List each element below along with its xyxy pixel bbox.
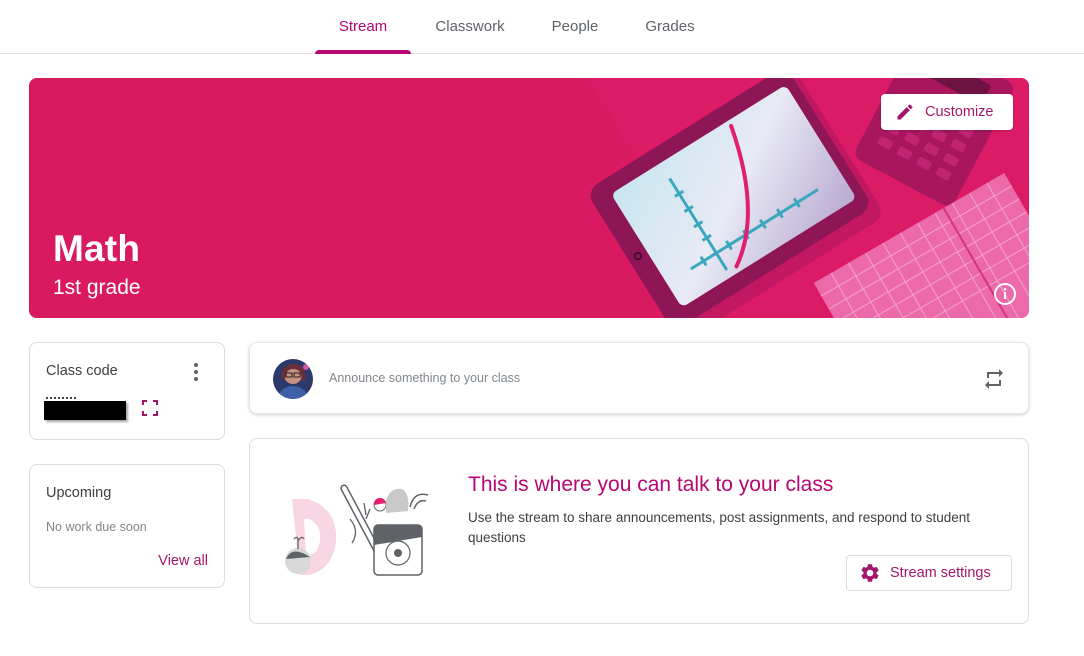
pencil-icon [897, 104, 913, 120]
customize-label: Customize [925, 104, 994, 120]
tab-label: Classwork [435, 18, 505, 35]
upcoming-title: Upcoming [46, 485, 112, 501]
stream-settings-button[interactable]: Stream settings [846, 555, 1012, 591]
class-title: Math [53, 228, 141, 269]
stream-settings-label: Stream settings [890, 565, 991, 581]
stream-illustration [285, 484, 429, 576]
avatar [273, 359, 313, 399]
empty-state-description: Use the stream to share announcements, p… [468, 510, 971, 545]
class-banner: Math 1st grade Customize [29, 78, 1029, 318]
announce-placeholder: Announce something to your class [329, 371, 521, 385]
tab-grades[interactable]: Grades [634, 0, 706, 53]
empty-state-title: This is where you can talk to your class [468, 473, 834, 496]
tab-people[interactable]: People [540, 0, 610, 53]
tab-label: Stream [338, 18, 388, 35]
upcoming-empty-text: No work due soon [46, 520, 147, 534]
gear-icon [861, 564, 879, 582]
repost-icon[interactable] [982, 367, 1006, 391]
class-section: 1st grade [53, 276, 141, 299]
view-all-link[interactable]: View all [158, 553, 208, 569]
info-icon[interactable] [993, 282, 1017, 306]
banner-illustration [29, 78, 1029, 318]
announce-box[interactable]: Announce something to your class [249, 342, 1029, 414]
fullscreen-icon[interactable] [142, 400, 158, 416]
upcoming-card: Upcoming No work due soon View all [29, 464, 225, 588]
tab-label: People [551, 18, 599, 35]
more-vert-icon[interactable] [186, 361, 206, 383]
class-code-card: Class code [29, 342, 225, 440]
stream-empty-state: This is where you can talk to your class… [249, 438, 1029, 624]
class-code-title: Class code [46, 363, 118, 379]
class-tab-bar: Stream Classwork People Grades [0, 0, 1084, 54]
tab-label: Grades [645, 18, 695, 35]
tab-stream[interactable]: Stream [315, 0, 411, 54]
class-code-value [44, 397, 126, 420]
tab-classwork[interactable]: Classwork [424, 0, 516, 53]
customize-button[interactable]: Customize [881, 94, 1013, 130]
